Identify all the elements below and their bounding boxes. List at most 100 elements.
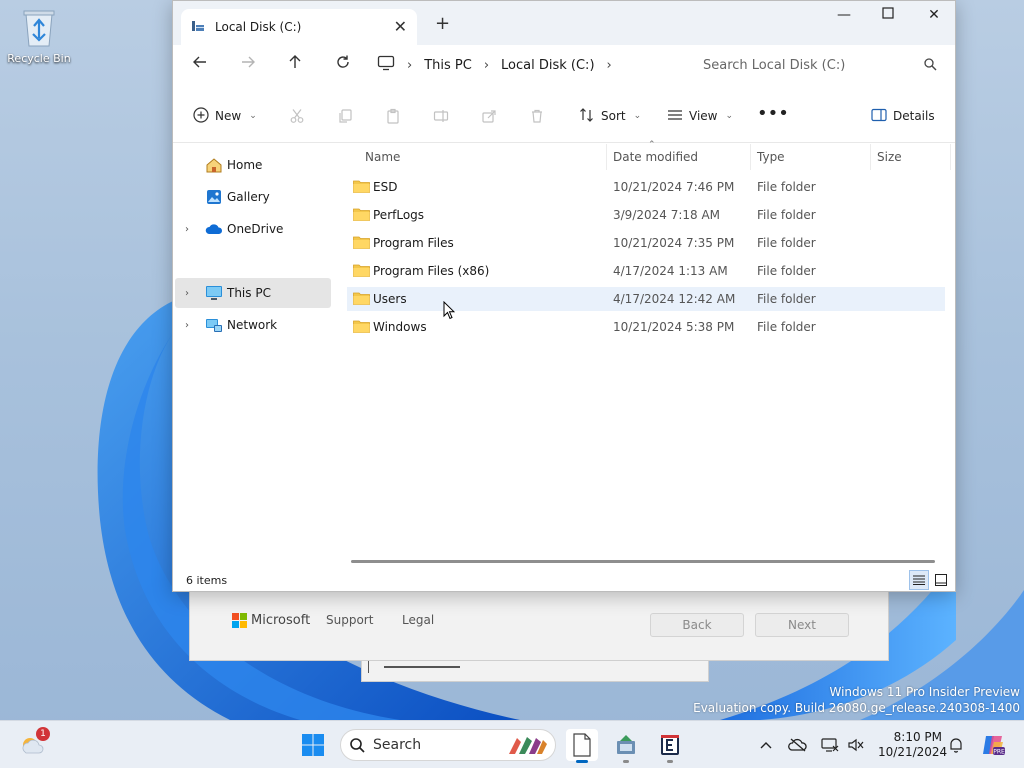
more-options-icon[interactable]: ••• — [757, 103, 789, 124]
breadcrumb-local-disk[interactable]: Local Disk (C:) — [501, 58, 594, 73]
background-window-fragment — [361, 660, 709, 682]
explorer-tab[interactable]: Local Disk (C:) ✕ — [181, 9, 417, 45]
clock-time: 8:10 PM — [893, 730, 942, 744]
details-button[interactable]: Details — [871, 106, 935, 126]
view-list-icon — [667, 107, 683, 126]
sidebar-item-this-pc[interactable]: › This PC — [175, 278, 331, 308]
address-bar[interactable]: › This PC › Local Disk (C:) › — [377, 51, 675, 79]
next-button[interactable]: Next — [755, 613, 849, 637]
volume-muted-icon[interactable] — [846, 735, 866, 755]
gallery-icon — [205, 189, 223, 205]
support-link[interactable]: Support — [326, 613, 373, 627]
svg-text:PRE: PRE — [993, 749, 1005, 756]
maximize-icon[interactable] — [865, 7, 911, 27]
recycle-bin-shortcut[interactable]: Recycle Bin — [6, 8, 72, 65]
arrow-right-icon[interactable] — [235, 53, 261, 77]
share-icon[interactable] — [481, 106, 497, 126]
network-icon[interactable] — [820, 735, 840, 755]
minimize-icon[interactable]: — — [821, 7, 867, 27]
running-app-indicator — [667, 760, 673, 763]
folder-icon — [353, 208, 370, 221]
arrow-left-icon[interactable] — [187, 53, 213, 77]
drive-icon — [191, 19, 205, 36]
network-icon — [205, 317, 223, 333]
monitor-icon — [377, 55, 395, 75]
chevron-right-icon: › — [407, 57, 413, 73]
breadcrumb-this-pc[interactable]: This PC — [424, 58, 472, 73]
column-header-size[interactable]: Size — [871, 144, 951, 170]
refresh-icon[interactable] — [330, 53, 356, 77]
chevron-right-icon[interactable]: › — [185, 320, 189, 331]
new-button[interactable]: New ⌄ — [193, 106, 257, 126]
column-header-date[interactable]: Date modified — [607, 144, 751, 170]
close-icon[interactable]: ✕ — [911, 7, 957, 27]
sort-label: Sort — [601, 109, 626, 123]
bell-icon[interactable] — [946, 735, 966, 755]
sort-button[interactable]: Sort ⌄ — [579, 106, 641, 126]
chevron-up-icon[interactable] — [756, 735, 776, 755]
taskbar-setup-app[interactable] — [610, 729, 642, 763]
weather-widget[interactable]: 1 — [16, 727, 50, 761]
microsoft-brand-text: Microsoft — [251, 613, 311, 628]
copy-icon[interactable] — [337, 106, 353, 126]
table-row[interactable]: PerfLogs 3/9/2024 7:18 AM File folder — [347, 203, 945, 227]
horizontal-scrollbar[interactable] — [351, 560, 935, 563]
back-button[interactable]: Back — [650, 613, 744, 637]
file-name: Program Files — [373, 236, 454, 250]
tab-title: Local Disk (C:) — [215, 20, 302, 34]
legal-link[interactable]: Legal — [402, 613, 434, 627]
recycle-bin-icon — [21, 8, 57, 48]
file-type: File folder — [757, 320, 816, 334]
search-placeholder: Search Local Disk (C:) — [703, 57, 846, 73]
details-view-icon[interactable] — [909, 570, 929, 590]
search-icon — [923, 57, 937, 75]
column-header-name[interactable]: Name — [359, 144, 607, 170]
item-count: 6 items — [186, 574, 228, 587]
arrow-up-icon[interactable] — [282, 53, 308, 77]
monitor-icon — [205, 285, 223, 301]
tab-close-icon[interactable]: ✕ — [394, 17, 407, 36]
title-bar: Local Disk (C:) ✕ + — ✕ — [173, 1, 955, 45]
column-header-type[interactable]: Type — [751, 144, 871, 170]
running-app-indicator — [623, 760, 629, 763]
sidebar-item-onedrive[interactable]: › OneDrive — [175, 214, 331, 244]
paste-icon[interactable] — [385, 106, 401, 126]
file-date: 4/17/2024 1:13 AM — [613, 264, 728, 278]
table-row[interactable]: ESD 10/21/2024 7:46 PM File folder — [347, 175, 945, 199]
taskbar-search[interactable]: Search — [340, 729, 556, 761]
taskbar-terminal-app[interactable] — [654, 729, 686, 763]
table-row[interactable]: Windows 10/21/2024 5:38 PM File folder — [347, 315, 945, 339]
file-date: 10/21/2024 5:38 PM — [613, 320, 735, 334]
delete-icon[interactable] — [529, 106, 545, 126]
sidebar-item-network[interactable]: › Network — [175, 310, 331, 340]
folder-icon — [353, 292, 370, 305]
chevron-right-icon[interactable]: › — [607, 58, 612, 73]
taskbar-search-label: Search — [373, 737, 422, 753]
table-row[interactable]: Program Files 10/21/2024 7:35 PM File fo… — [347, 231, 945, 255]
table-row[interactable]: Program Files (x86) 4/17/2024 1:13 AM Fi… — [347, 259, 945, 283]
chevron-right-icon[interactable]: › — [185, 288, 189, 299]
copilot-icon[interactable]: PRE — [980, 732, 1006, 758]
sidebar-item-label: Network — [227, 318, 278, 332]
sidebar-item-home[interactable]: Home — [175, 150, 331, 180]
tiles-view-icon[interactable] — [931, 570, 951, 590]
navigation-pane: Home Gallery › OneDrive › This PC › Netw… — [173, 144, 333, 556]
rename-icon[interactable] — [433, 106, 449, 126]
start-button[interactable] — [297, 729, 329, 761]
chevron-right-icon[interactable]: › — [185, 224, 189, 235]
cloud-offline-icon[interactable] — [788, 735, 808, 755]
taskbar-file-explorer[interactable] — [566, 729, 598, 763]
view-button[interactable]: View ⌄ — [667, 106, 733, 126]
search-input[interactable]: Search Local Disk (C:) — [691, 51, 947, 79]
file-name: ESD — [373, 180, 398, 194]
cut-icon[interactable] — [289, 106, 305, 126]
table-row[interactable]: Users 4/17/2024 12:42 AM File folder — [347, 287, 945, 320]
command-bar: New ⌄ Sort ⌄ View ⌄ ••• Details — [173, 89, 955, 143]
search-highlight-icon — [505, 732, 549, 762]
folder-icon — [353, 180, 370, 193]
sidebar-item-label: Gallery — [227, 190, 270, 204]
taskbar: 1 Search 8:10 PM 10/21/2024 PRE — [0, 720, 1024, 768]
system-clock[interactable]: 8:10 PM 10/21/2024 — [878, 730, 947, 760]
sidebar-item-gallery[interactable]: Gallery — [175, 182, 331, 212]
plus-icon[interactable]: + — [435, 13, 450, 34]
